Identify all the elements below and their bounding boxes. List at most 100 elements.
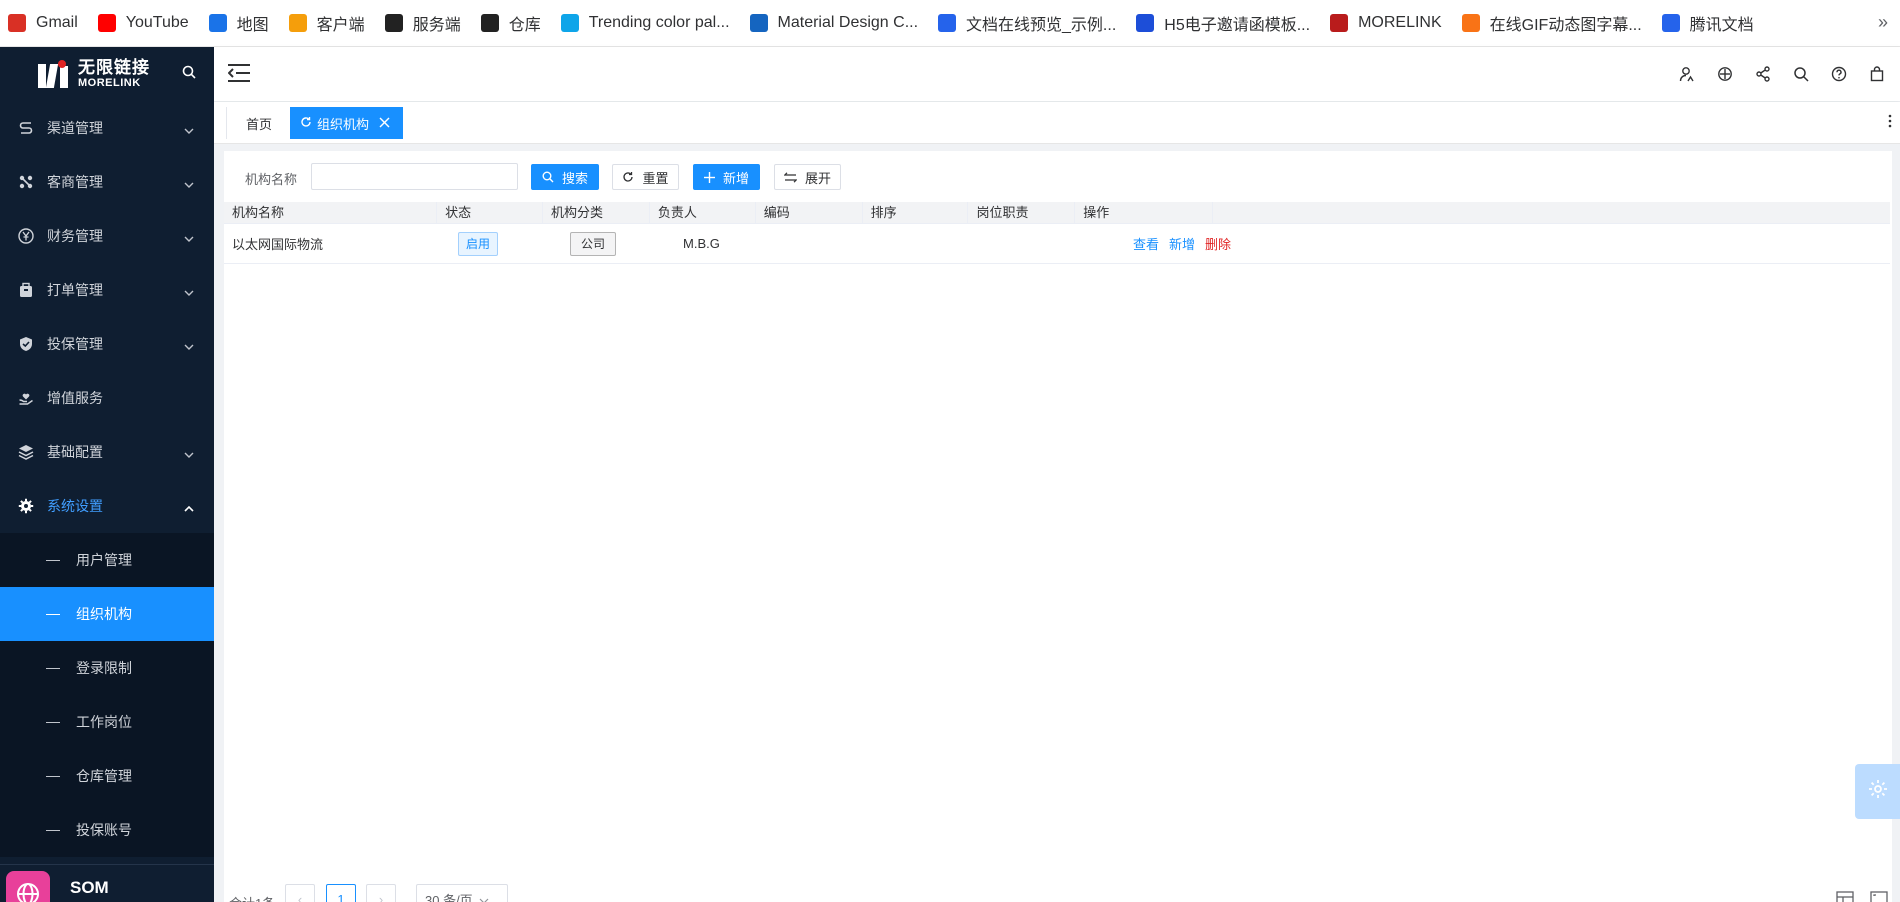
column-header[interactable]: 机构分类 (543, 202, 650, 224)
morelink-icon (480, 14, 499, 32)
sidebar-search-icon[interactable] (182, 65, 196, 84)
org-name-input[interactable] (311, 163, 518, 190)
sidebar-item[interactable]: 系统设置 (0, 479, 214, 533)
bookmark-item[interactable]: 地图 (208, 0, 283, 47)
search-button[interactable]: 搜索 (531, 164, 599, 190)
sidebar-item[interactable]: 渠道管理 (0, 101, 214, 155)
view-link[interactable]: 查看 (1133, 234, 1159, 253)
brand-logo[interactable]: 无限链接 MORELINK (0, 47, 214, 101)
brand-name-en: MORELINK (78, 77, 141, 89)
bookmark-item[interactable]: Material Design C... (749, 0, 933, 47)
sidebar-subitem[interactable]: 投保账号 (0, 803, 214, 857)
add-child-link[interactable]: 新增 (1169, 234, 1195, 253)
sidebar-item[interactable]: 打单管理 (0, 263, 214, 317)
bookmarks-bar: Gmail YouTube 地图 客户端 服务端 仓库 Trending color pal… (0, 0, 1900, 47)
table-row[interactable]: 以太网国际物流 启用 公司 M.B.G 查看 新增 删除 (224, 224, 1890, 264)
expand-button[interactable]: 展开 (774, 164, 841, 190)
gif-icon (1461, 14, 1480, 32)
bookmark-item[interactable]: Trending color pal... (560, 0, 744, 47)
globe-avatar-icon (6, 870, 50, 902)
refresh-icon[interactable] (300, 116, 312, 131)
sidebar-subitem[interactable]: 工作岗位 (0, 695, 214, 749)
sidebar-item-label: 系统设置 (47, 498, 103, 514)
chevron-down-icon (184, 121, 194, 137)
sidebar-subitem[interactable]: 登录限制 (0, 641, 214, 695)
tab-organization[interactable]: 组织机构 (290, 107, 403, 139)
sidebar-item[interactable]: 增值服务 (0, 371, 214, 425)
help-icon[interactable] (1820, 64, 1858, 84)
sidebar-item[interactable]: 财务管理 (0, 209, 214, 263)
bookmark-item[interactable]: 仓库 (480, 0, 555, 47)
crosshair-icon[interactable] (1706, 64, 1744, 84)
bookmark-item[interactable]: H5电子邀请函模板... (1136, 0, 1324, 47)
sidebar-item-label: 渠道管理 (47, 120, 103, 136)
collapse-menu-icon[interactable] (227, 63, 250, 88)
morelink-logo-icon (38, 60, 72, 88)
top-header (214, 47, 1900, 101)
bookmark-label: 仓库 (508, 17, 541, 34)
bookmark-item[interactable]: 客户端 (288, 0, 379, 47)
column-header[interactable]: 操作 (1075, 202, 1214, 224)
cell-status: 启用 (450, 224, 562, 264)
search-icon[interactable] (1782, 64, 1820, 84)
column-header[interactable]: 负责人 (650, 202, 756, 224)
bag-icon (16, 280, 36, 300)
dash-icon (46, 613, 60, 615)
more-vertical-icon[interactable] (1888, 114, 1892, 133)
column-settings-icon[interactable] (1832, 888, 1858, 902)
gmail-icon (8, 14, 26, 32)
column-header[interactable]: 机构名称 (224, 202, 438, 224)
column-header[interactable]: 编码 (756, 202, 863, 224)
shopping-bag-icon[interactable] (1858, 64, 1896, 84)
sidebar-item[interactable]: 投保管理 (0, 317, 214, 371)
bookmark-item[interactable]: 腾讯文档 (1661, 0, 1768, 47)
settings-float-button[interactable] (1855, 764, 1900, 819)
tags-view: 首页 组织机构 (214, 102, 1900, 144)
bookmark-item[interactable]: YouTube (97, 0, 203, 47)
bookmark-item[interactable]: 服务端 (384, 0, 475, 47)
bookmark-item[interactable]: 文档在线预览_示例... (938, 0, 1130, 47)
page-size-value: 30 条/页 (425, 892, 473, 902)
add-button[interactable]: 新增 (693, 164, 760, 190)
org-table: 机构名称 状态 机构分类 负责人 编码 排序 岗位职责 操作 以太网国际物流 启用 公司 M.B.G… (224, 202, 1890, 264)
column-header[interactable]: 排序 (863, 202, 969, 224)
bookmarks-overflow-icon[interactable]: » (1878, 12, 1888, 33)
sidebar: 无限链接 MORELINK 渠道管理客商管理 财务管理 打单管理投保管理增值服务 基础… (0, 47, 214, 902)
fullscreen-icon[interactable] (1866, 888, 1892, 902)
sidebar-subitem-label: 投保账号 (76, 822, 132, 838)
column-header[interactable]: 岗位职责 (968, 202, 1076, 224)
brand-name-cn: 无限链接 (78, 58, 150, 77)
tab-home[interactable]: 首页 (226, 107, 284, 139)
sidebar-item[interactable]: 客商管理 (0, 155, 214, 209)
search-button-label: 搜索 (561, 170, 588, 186)
shield-icon (16, 334, 36, 354)
next-page-button[interactable]: › (366, 884, 396, 902)
page-number-button[interactable]: 1 (326, 884, 356, 902)
cell-org-type: 公司 (562, 224, 675, 264)
delete-link[interactable]: 删除 (1205, 234, 1231, 253)
chevron-down-icon (184, 283, 194, 299)
reset-button-label: 重置 (642, 170, 669, 186)
bookmark-label: 客户端 (316, 17, 365, 34)
sidebar-subitem[interactable]: 用户管理 (0, 533, 214, 587)
sidebar-item-label: 投保管理 (47, 336, 103, 352)
column-header[interactable]: 状态 (437, 202, 544, 224)
reset-button[interactable]: 重置 (612, 164, 679, 190)
sidebar-subitem[interactable]: 仓库管理 (0, 749, 214, 803)
share-icon[interactable] (1744, 64, 1782, 84)
bookmark-item[interactable]: 在线GIF动态图字幕... (1461, 0, 1656, 47)
channel-icon (16, 118, 36, 138)
prev-page-button[interactable]: ‹ (285, 884, 315, 902)
user-switch-icon[interactable] (1668, 64, 1706, 84)
sidebar-subitem[interactable]: 组织机构 (0, 587, 214, 641)
user-bar[interactable]: SOM (0, 864, 214, 902)
sidebar-subitem-label: 登录限制 (76, 660, 132, 676)
page-size-select[interactable]: 30 条/页 (416, 884, 508, 902)
sidebar-item[interactable]: 基础配置 (0, 425, 214, 479)
chevron-down-icon (184, 337, 194, 353)
client-icon (288, 14, 307, 32)
bookmark-item[interactable]: Gmail (8, 0, 92, 47)
morelink-icon (384, 14, 403, 32)
bookmark-item[interactable]: MORELINK (1330, 0, 1456, 47)
close-icon[interactable] (379, 116, 390, 131)
